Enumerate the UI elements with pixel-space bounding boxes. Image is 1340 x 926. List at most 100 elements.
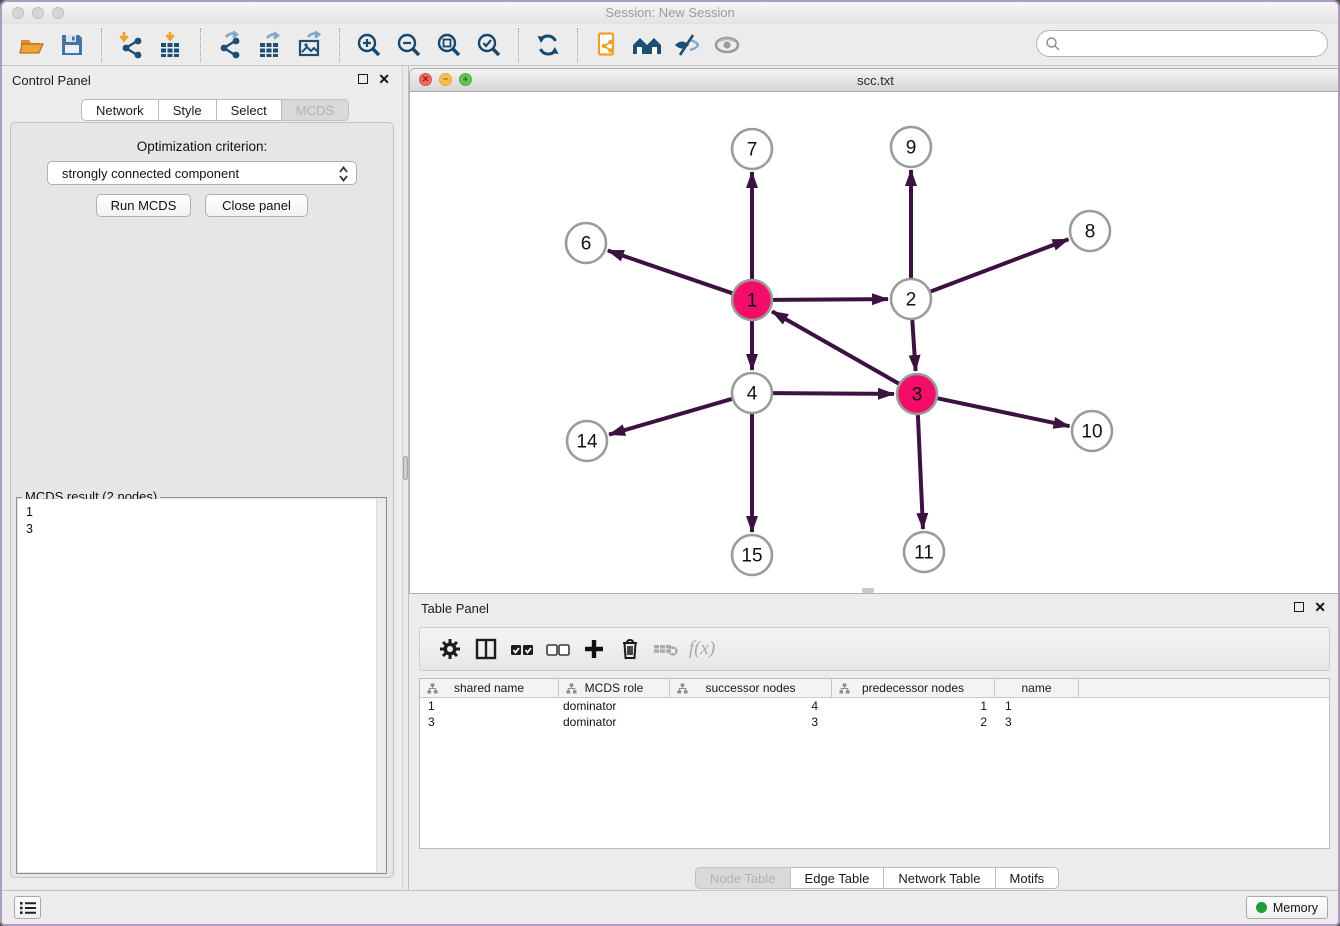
column-layout-button[interactable] [468,634,504,664]
column-header-MCDS-role[interactable]: MCDS role [559,679,670,697]
table-row[interactable]: 3dominator323 [420,714,1329,730]
zoom-in-button[interactable] [352,28,386,62]
export-image-button[interactable] [293,28,327,62]
graph-node-15[interactable]: 15 [732,535,772,575]
graph-edge-3-1[interactable] [772,311,899,383]
criterion-select[interactable]: strongly connected component [47,161,357,185]
graph-node-1[interactable]: 1 [732,280,772,320]
column-header-successor-nodes[interactable]: successor nodes [670,679,832,697]
column-header-name[interactable]: name [995,679,1079,697]
svg-text:8: 8 [1085,222,1096,243]
bird-view-button[interactable] [710,28,744,62]
export-table-button[interactable] [253,28,287,62]
svg-text:14: 14 [576,432,598,453]
network-overview-button[interactable] [630,28,664,62]
svg-text:2: 2 [906,290,917,311]
table-tabs: Node Table Edge Table Network Table Moti… [695,867,1059,889]
refresh-icon [534,31,562,59]
tab-node-table[interactable]: Node Table [695,867,791,889]
tab-network[interactable]: Network [81,99,159,121]
deselect-all-rows-button[interactable] [540,634,576,664]
close-table-panel-icon[interactable]: ✕ [1314,602,1326,612]
unchecked-boxes-icon [545,637,571,661]
tab-motifs[interactable]: Motifs [996,867,1060,889]
panel-divider[interactable] [402,66,409,890]
control-panel-title: Control Panel [12,73,91,88]
control-panel-tabs: Network Style Select MCDS [81,99,349,121]
zoom-out-button[interactable] [392,28,426,62]
import-network-icon [117,31,145,59]
float-table-panel-icon[interactable] [1294,602,1304,612]
zoom-selected-button[interactable] [472,28,506,62]
tab-edge-table[interactable]: Edge Table [791,867,885,889]
save-session-button[interactable] [55,28,89,62]
import-table-button[interactable] [154,28,188,62]
export-table-icon [256,31,284,59]
zoom-fit-button[interactable] [432,28,466,62]
column-header-shared-name[interactable]: shared name [420,679,559,697]
graph-node-11[interactable]: 11 [904,532,944,572]
graph-node-14[interactable]: 14 [567,421,607,461]
delete-table-button[interactable] [648,634,684,664]
houses-icon [631,31,663,59]
open-file-button[interactable] [15,28,49,62]
table-settings-button[interactable] [432,634,468,664]
table-row[interactable]: 1dominator411 [420,698,1329,714]
export-network-button[interactable] [213,28,247,62]
close-panel-icon[interactable]: ✕ [378,74,390,84]
result-scrollbar[interactable] [376,499,385,872]
titlebar: Session: New Session [2,2,1338,24]
hide-panels-button[interactable] [670,28,704,62]
status-bar: Memory [2,890,1338,924]
graph: 7 9 6 8 1 2 4 3 14 10 15 11 [410,92,1340,594]
column-header-predecessor-nodes[interactable]: predecessor nodes [832,679,995,697]
tab-style[interactable]: Style [159,99,217,121]
divider-handle[interactable] [403,456,408,480]
graph-edge-4-3[interactable] [773,393,894,394]
network-canvas[interactable]: 7 9 6 8 1 2 4 3 14 10 15 11 [410,92,1340,593]
graph-node-10[interactable]: 10 [1072,411,1112,451]
toolbar-separator [577,28,578,62]
toolbar-separator [518,28,519,62]
add-column-button[interactable] [576,634,612,664]
graph-node-2[interactable]: 2 [891,279,931,319]
canvas-scroll-nub[interactable] [862,588,874,593]
graph-edge-2-8[interactable] [931,239,1069,291]
export-network-icon [216,31,244,59]
float-panel-icon[interactable] [358,74,368,84]
eye-slash-icon [672,31,702,59]
columns-icon [474,637,498,661]
graph-node-3[interactable]: 3 [897,374,937,414]
hierarchy-icon [677,683,688,694]
memory-label: Memory [1273,901,1318,915]
refresh-button[interactable] [531,28,565,62]
import-network-button[interactable] [114,28,148,62]
tab-network-table[interactable]: Network Table [884,867,995,889]
graph-edge-4-14[interactable] [609,399,732,435]
search-input[interactable] [1036,30,1328,57]
graph-node-6[interactable]: 6 [566,223,606,263]
table-header-row: shared nameMCDS rolesuccessor nodesprede… [420,679,1329,698]
graph-edge-3-11[interactable] [918,415,923,529]
graph-edge-2-3[interactable] [912,320,915,371]
graph-edge-3-10[interactable] [938,398,1070,426]
delete-column-button[interactable] [612,634,648,664]
memory-button[interactable]: Memory [1246,896,1328,919]
mcds-result-area[interactable]: 13 [18,499,385,872]
tab-select[interactable]: Select [217,99,282,121]
apply-function-button[interactable]: f(x) [684,634,720,664]
graph-edge-1-2[interactable] [773,299,888,300]
select-all-rows-button[interactable] [504,634,540,664]
task-history-button[interactable] [14,896,41,919]
duplicate-network-button[interactable] [590,28,624,62]
graph-node-7[interactable]: 7 [732,129,772,169]
graph-edge-1-6[interactable] [608,251,732,294]
tab-mcds[interactable]: MCDS [282,99,349,121]
list-icon [19,900,37,916]
graph-node-8[interactable]: 8 [1070,211,1110,251]
run-mcds-button[interactable]: Run MCDS [96,194,191,217]
graph-node-9[interactable]: 9 [891,127,931,167]
close-panel-button[interactable]: Close panel [205,194,308,217]
table-cell: 4 [670,698,832,714]
graph-node-4[interactable]: 4 [732,373,772,413]
